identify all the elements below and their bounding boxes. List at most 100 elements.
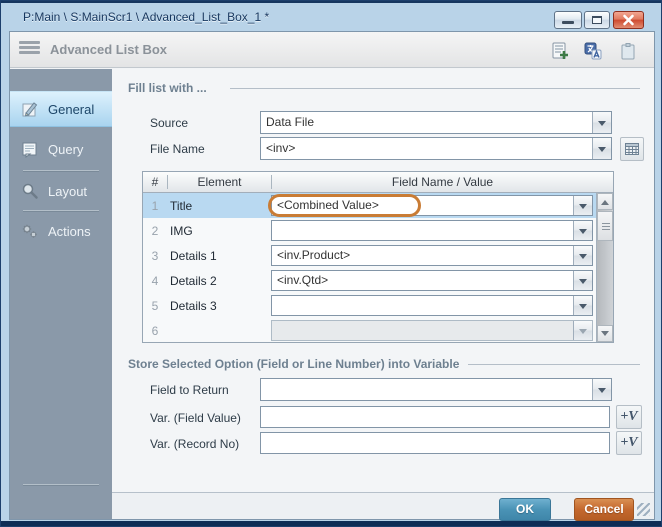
gears-icon bbox=[21, 222, 39, 240]
file-name-value: <inv> bbox=[261, 138, 592, 159]
sidebar-item-actions[interactable]: Actions bbox=[10, 213, 112, 249]
minimize-button[interactable] bbox=[554, 11, 582, 29]
resize-grip[interactable] bbox=[637, 503, 650, 516]
row-value-combobox[interactable]: <inv.Qtd> bbox=[271, 270, 593, 291]
table-row[interactable]: 2 IMG bbox=[143, 218, 613, 243]
list-box-icon bbox=[19, 41, 40, 58]
sidebar-item-label: Layout bbox=[48, 184, 87, 199]
var-record-no-input[interactable] bbox=[260, 432, 610, 454]
dialog-title: Advanced List Box bbox=[50, 42, 167, 57]
dropdown-arrow-icon[interactable] bbox=[573, 196, 592, 215]
source-value: Data File bbox=[261, 112, 592, 133]
col-header-field-value: Field Name / Value bbox=[271, 175, 613, 189]
store-section-legend: Store Selected Option (Field or Line Num… bbox=[128, 357, 459, 371]
sidebar-item-general[interactable]: General bbox=[10, 91, 112, 127]
clipboard-icon[interactable] bbox=[618, 41, 638, 61]
row-element-label: Details 2 bbox=[167, 274, 271, 288]
row-value-combobox[interactable] bbox=[271, 295, 593, 316]
grid-icon bbox=[625, 143, 639, 155]
dropdown-arrow-icon[interactable] bbox=[573, 296, 592, 315]
row-value-combobox[interactable] bbox=[271, 220, 593, 241]
dropdown-arrow-icon[interactable] bbox=[573, 246, 592, 265]
field-to-return-label: Field to Return bbox=[150, 383, 229, 397]
pencil-icon bbox=[21, 100, 39, 118]
titlebar[interactable]: P:Main \ S:MainScr1 \ Advanced_List_Box_… bbox=[1, 3, 661, 31]
scroll-up-button[interactable] bbox=[597, 193, 613, 210]
scrollbar-thumb[interactable] bbox=[597, 211, 613, 241]
fill-section-legend: Fill list with ... bbox=[128, 81, 207, 95]
window-title: P:Main \ S:MainScr1 \ Advanced_List_Box_… bbox=[23, 10, 269, 24]
row-value-combobox-disabled bbox=[271, 320, 593, 341]
arrow-down-icon bbox=[601, 331, 609, 340]
sidebar: General Query Layout bbox=[10, 69, 112, 519]
table-row[interactable]: 5 Details 3 bbox=[143, 293, 613, 318]
sidebar-item-layout[interactable]: Layout bbox=[10, 173, 112, 209]
combobox-value bbox=[272, 296, 573, 315]
select-data-file-button[interactable] bbox=[620, 137, 644, 161]
table-scrollbar[interactable] bbox=[596, 193, 613, 342]
copy-page-icon[interactable] bbox=[550, 41, 570, 61]
sidebar-divider bbox=[23, 170, 99, 171]
var-field-value-input[interactable] bbox=[260, 406, 610, 428]
sidebar-item-label: Query bbox=[48, 142, 83, 157]
combobox-value: <inv.Qtd> bbox=[272, 271, 573, 290]
field-to-return-combobox[interactable] bbox=[260, 378, 612, 401]
combobox-value: <inv.Product> bbox=[272, 246, 573, 265]
plus-v-icon: +V bbox=[620, 435, 637, 451]
dropdown-arrow-icon bbox=[573, 321, 592, 340]
window-bottom-edge bbox=[1, 521, 661, 526]
row-element-label: Details 1 bbox=[167, 249, 271, 263]
speech-bubble-icon bbox=[21, 140, 39, 158]
minimize-icon bbox=[562, 21, 574, 24]
row-number: 5 bbox=[143, 299, 167, 313]
row-number: 2 bbox=[143, 224, 167, 238]
ok-button[interactable]: OK bbox=[499, 498, 551, 521]
arrow-up-icon bbox=[601, 196, 609, 205]
row-element-label: Details 3 bbox=[167, 299, 271, 313]
row-number: 1 bbox=[143, 199, 167, 213]
combobox-value: <Combined Value> bbox=[272, 196, 573, 215]
col-header-element: Element bbox=[167, 175, 271, 189]
sidebar-divider bbox=[23, 484, 99, 485]
col-header-num: # bbox=[143, 175, 167, 189]
element-mapping-table: # Element Field Name / Value 1 Title <Co… bbox=[142, 171, 614, 343]
file-name-label: File Name bbox=[150, 142, 205, 156]
fill-section-line bbox=[230, 88, 640, 89]
table-row[interactable]: 4 Details 2 <inv.Qtd> bbox=[143, 268, 613, 293]
dialog-body: Advanced List Box bbox=[9, 31, 655, 520]
footer: OK Cancel bbox=[112, 493, 654, 519]
source-combobox[interactable]: Data File bbox=[260, 111, 612, 134]
row-element-label: IMG bbox=[167, 224, 271, 238]
var-field-value-label: Var. (Field Value) bbox=[150, 411, 241, 425]
row-value-combobox[interactable]: <inv.Product> bbox=[271, 245, 593, 266]
dropdown-arrow-icon[interactable] bbox=[573, 271, 592, 290]
row-element-label: Title bbox=[167, 199, 271, 213]
sidebar-item-query[interactable]: Query bbox=[10, 131, 112, 167]
translate-icon[interactable] bbox=[583, 41, 603, 61]
var-record-no-label: Var. (Record No) bbox=[150, 437, 239, 451]
plus-v-icon: +V bbox=[620, 409, 637, 425]
dropdown-arrow-icon[interactable] bbox=[592, 138, 611, 159]
sidebar-divider bbox=[23, 210, 99, 211]
source-label: Source bbox=[150, 116, 188, 130]
table-row[interactable]: 1 Title <Combined Value> bbox=[143, 193, 613, 218]
table-row[interactable]: 3 Details 1 <inv.Product> bbox=[143, 243, 613, 268]
dialog-header: Advanced List Box bbox=[10, 32, 654, 68]
main-panel: Fill list with ... Source Data File File… bbox=[112, 69, 654, 519]
table-row: 6 bbox=[143, 318, 613, 343]
insert-variable-button[interactable]: +V bbox=[616, 405, 642, 429]
store-section-line bbox=[468, 364, 640, 365]
cancel-button[interactable]: Cancel bbox=[574, 498, 634, 521]
scroll-down-button[interactable] bbox=[597, 325, 613, 342]
row-value-combobox[interactable]: <Combined Value> bbox=[271, 195, 593, 216]
magnifier-icon bbox=[21, 182, 39, 200]
insert-variable-button[interactable]: +V bbox=[616, 431, 642, 455]
dropdown-arrow-icon[interactable] bbox=[592, 379, 611, 400]
file-name-combobox[interactable]: <inv> bbox=[260, 137, 612, 160]
maximize-button[interactable] bbox=[584, 11, 610, 29]
dropdown-arrow-icon[interactable] bbox=[573, 221, 592, 240]
combobox-value bbox=[272, 321, 573, 340]
dropdown-arrow-icon[interactable] bbox=[592, 112, 611, 133]
maximize-icon bbox=[592, 16, 602, 24]
close-button[interactable] bbox=[613, 11, 644, 29]
